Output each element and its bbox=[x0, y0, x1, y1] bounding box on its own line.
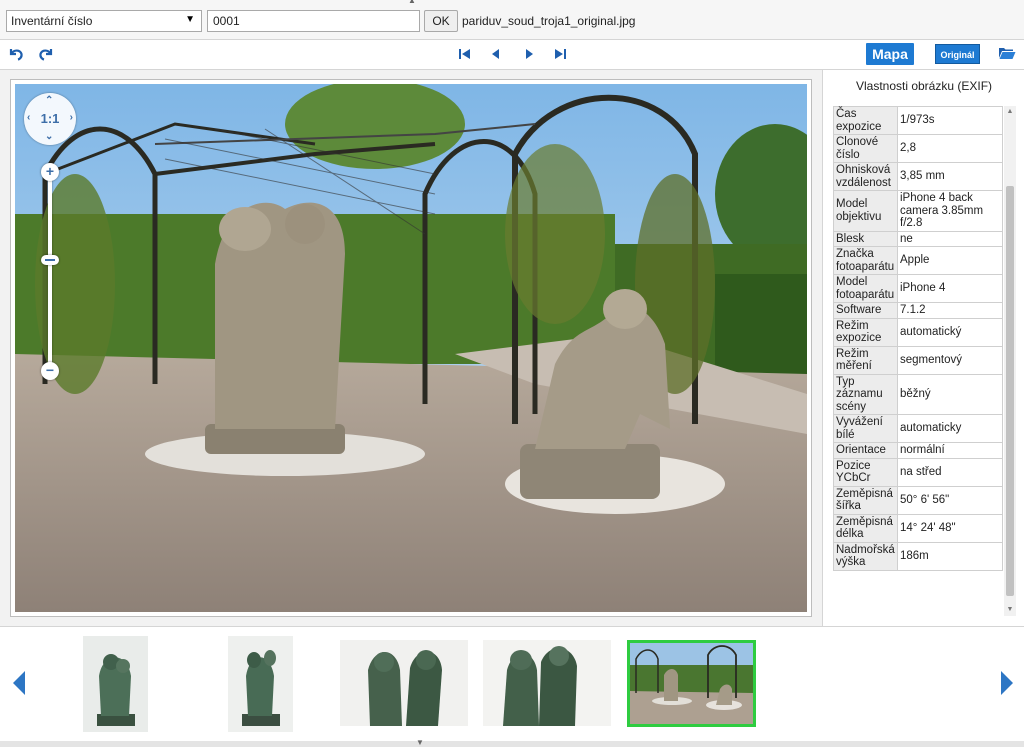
pan-down-icon[interactable]: ⌄ bbox=[45, 131, 53, 142]
exif-key: Režim expozice bbox=[833, 317, 898, 347]
search-bar: ▲ Inventární číslo ▼ 0001 OK pariduv_sou… bbox=[0, 0, 1024, 40]
undo-icon[interactable] bbox=[7, 45, 25, 63]
exif-key: Režim měření bbox=[833, 345, 898, 375]
strip-next-icon[interactable] bbox=[999, 669, 1015, 697]
last-icon[interactable] bbox=[552, 45, 568, 63]
image-viewer: ⌃ ‹ › ⌄ 1:1 + − bbox=[0, 70, 822, 626]
original-button[interactable]: Originál bbox=[935, 44, 980, 64]
prev-icon[interactable] bbox=[488, 45, 504, 63]
exif-value: běžný bbox=[897, 373, 1003, 415]
exif-key: Typ záznamu scény bbox=[833, 373, 898, 415]
next-icon[interactable] bbox=[521, 45, 537, 63]
exif-value: 7.1.2 bbox=[897, 302, 1003, 319]
exif-key: Pozice YCbCr bbox=[833, 457, 898, 487]
zoom-reset-button[interactable]: 1:1 bbox=[24, 111, 76, 126]
exif-title: Vlastnosti obrázku (EXIF) bbox=[855, 79, 993, 93]
thumbnail-statue-group-back[interactable] bbox=[483, 640, 611, 726]
exif-row: Režim expozice automatický bbox=[833, 317, 1003, 347]
exif-scroll-area[interactable]: Čas expozice 1/973s Clonové číslo 2,8 Ohnisk… bbox=[833, 106, 1014, 616]
ok-button[interactable]: OK bbox=[424, 10, 458, 32]
search-field-selected-label: Inventární číslo bbox=[11, 14, 93, 28]
zoom-slider-handle[interactable] bbox=[41, 255, 59, 265]
exif-row: Režim měření segmentový bbox=[833, 345, 1003, 375]
exif-key: Model fotoaparátu bbox=[833, 274, 898, 303]
exif-row: Ohnisková vzdálenost 3,85 mm bbox=[833, 162, 1003, 191]
exif-value: 14° 24' 48" bbox=[897, 513, 1003, 543]
strip-prev-icon[interactable] bbox=[11, 669, 27, 697]
exif-value: automatický bbox=[897, 317, 1003, 347]
thumbnail-statue-group-wide[interactable] bbox=[340, 640, 468, 726]
exif-key: Zeměpisná délka bbox=[833, 513, 898, 543]
exif-row: Model objektivu iPhone 4 back camera 3.85… bbox=[833, 190, 1003, 232]
exif-value: 1/973s bbox=[897, 106, 1003, 135]
exif-value: segmentový bbox=[897, 345, 1003, 375]
pan-up-icon[interactable]: ⌃ bbox=[45, 95, 53, 106]
exif-value: Apple bbox=[897, 246, 1003, 275]
exif-key: Čas expozice bbox=[833, 106, 898, 135]
image-viewer-app: ▲ Inventární číslo ▼ 0001 OK pariduv_sou… bbox=[0, 0, 1024, 747]
exif-row: Nadmořská výška 186m bbox=[833, 541, 1003, 571]
exif-panel: Vlastnosti obrázku (EXIF) Čas expozice 1/… bbox=[822, 70, 1024, 626]
exif-value: normální bbox=[897, 442, 1003, 459]
exif-key: Software bbox=[833, 302, 898, 319]
exif-row: Model fotoaparátu iPhone 4 bbox=[833, 274, 1003, 303]
exif-row: Orientace normální bbox=[833, 442, 1003, 459]
scrollbar-thumb[interactable] bbox=[1006, 186, 1014, 596]
map-button[interactable]: Mapa bbox=[866, 43, 914, 65]
search-field-select[interactable]: Inventární číslo ▼ bbox=[6, 10, 202, 32]
exif-value: 186m bbox=[897, 541, 1003, 571]
thumbnail-garden-photo-selected[interactable] bbox=[627, 640, 756, 727]
scroll-up-icon[interactable]: ▲ bbox=[1004, 106, 1016, 118]
exif-key: Značka fotoaparátu bbox=[833, 246, 898, 275]
folder-open-icon[interactable] bbox=[998, 46, 1016, 60]
bottom-bar bbox=[0, 741, 1024, 747]
exif-value: 3,85 mm bbox=[897, 162, 1003, 191]
exif-row: Pozice YCbCr na střed bbox=[833, 457, 1003, 487]
collapse-top-handle[interactable]: ▲ bbox=[402, 0, 422, 5]
toolbar: Mapa Originál bbox=[0, 40, 1024, 70]
exif-row: Software 7.1.2 bbox=[833, 302, 1003, 319]
collapse-bottom-handle[interactable]: ▼ bbox=[412, 738, 428, 747]
exif-row: Blesk ne bbox=[833, 230, 1003, 247]
exif-value: 50° 6' 56" bbox=[897, 485, 1003, 515]
exif-key: Orientace bbox=[833, 442, 898, 459]
zoom-slider-track[interactable] bbox=[48, 170, 52, 370]
redo-icon[interactable] bbox=[37, 45, 55, 63]
thumbnail-statue-side[interactable] bbox=[228, 636, 293, 732]
photo-frame bbox=[10, 79, 812, 617]
exif-key: Model objektivu bbox=[833, 190, 898, 232]
file-name: pariduv_soud_troja1_original.jpg bbox=[462, 14, 636, 28]
exif-row: Značka fotoaparátu Apple bbox=[833, 246, 1003, 275]
zoom-pan-control[interactable]: ⌃ ‹ › ⌄ 1:1 bbox=[24, 93, 76, 145]
exif-value: na střed bbox=[897, 457, 1003, 487]
exif-key: Vyvážení bílé bbox=[833, 414, 898, 443]
exif-row: Zeměpisná šířka 50° 6' 56" bbox=[833, 485, 1003, 515]
exif-value: iPhone 4 bbox=[897, 274, 1003, 303]
exif-row: Typ záznamu scény běžný bbox=[833, 373, 1003, 415]
exif-value: automaticky bbox=[897, 414, 1003, 443]
exif-row: Zeměpisná délka 14° 24' 48" bbox=[833, 513, 1003, 543]
inventory-number-input[interactable]: 0001 bbox=[207, 10, 420, 32]
exif-key: Zeměpisná šířka bbox=[833, 485, 898, 515]
exif-row: Clonové číslo 2,8 bbox=[833, 134, 1003, 163]
thumbnail-statue-front[interactable] bbox=[83, 636, 148, 732]
exif-key: Nadmořská výška bbox=[833, 541, 898, 571]
exif-value: iPhone 4 back camera 3.85mm f/2.8 bbox=[897, 190, 1003, 232]
scroll-down-icon[interactable]: ▼ bbox=[1004, 604, 1016, 616]
zoom-in-button[interactable]: + bbox=[41, 163, 59, 181]
dropdown-arrow-icon: ▼ bbox=[185, 14, 195, 25]
exif-value: 2,8 bbox=[897, 134, 1003, 163]
exif-value: ne bbox=[897, 230, 1003, 247]
zoom-out-button[interactable]: − bbox=[41, 362, 59, 380]
thumbnail-strip bbox=[0, 626, 1024, 741]
main-photo[interactable] bbox=[15, 84, 807, 612]
exif-key: Ohnisková vzdálenost bbox=[833, 162, 898, 191]
exif-row: Vyvážení bílé automaticky bbox=[833, 414, 1003, 443]
exif-scrollbar[interactable]: ▲ ▼ bbox=[1004, 106, 1016, 616]
exif-row: Čas expozice 1/973s bbox=[833, 106, 1003, 135]
exif-key: Clonové číslo bbox=[833, 134, 898, 163]
exif-table: Čas expozice 1/973s Clonové číslo 2,8 Ohnisk… bbox=[833, 106, 1003, 571]
exif-key: Blesk bbox=[833, 230, 898, 247]
first-icon[interactable] bbox=[457, 45, 473, 63]
